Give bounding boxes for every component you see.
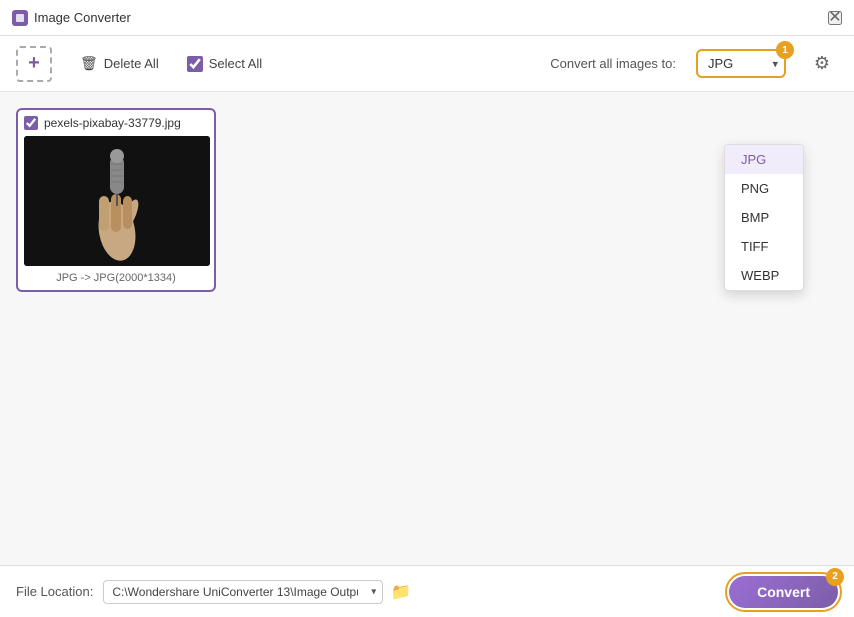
delete-icon: 🗑 (80, 55, 98, 72)
select-all-label[interactable]: Select All (187, 56, 262, 72)
image-card: pexels-pixabay-33779.jpg (16, 108, 216, 292)
file-location-label: File Location: (16, 584, 93, 599)
add-image-button[interactable]: + (16, 46, 52, 82)
convert-badge: 2 (826, 568, 844, 586)
format-dropdown-wrapper: JPG PNG BMP TIFF WEBP ▾ 1 (696, 49, 786, 78)
title-bar: Image Converter ✕ (0, 0, 854, 36)
delete-all-label: Delete All (104, 56, 159, 71)
settings-button[interactable]: ⚙ (806, 48, 838, 80)
image-card-info: JPG -> JPG(2000*1334) (24, 272, 208, 284)
file-path-wrapper: C:\Wondershare UniConverter 13\Image Out… (103, 580, 383, 604)
dropdown-item-tiff[interactable]: TIFF (725, 232, 803, 261)
dropdown-item-webp[interactable]: WEBP (725, 261, 803, 290)
convert-button-label: Convert (757, 584, 810, 600)
toolbar: + 🗑 Delete All Select All Convert all im… (0, 36, 854, 92)
folder-icon: 📁 (391, 582, 411, 602)
dropdown-item-jpg[interactable]: JPG (725, 145, 803, 174)
app-icon (12, 10, 28, 26)
settings-icon: ⚙ (814, 53, 830, 74)
open-folder-button[interactable]: 📁 (391, 582, 411, 602)
image-card-filename: pexels-pixabay-33779.jpg (44, 116, 181, 130)
convert-button[interactable]: Convert 2 (729, 576, 838, 608)
select-all-text: Select All (209, 56, 262, 71)
image-preview (24, 136, 210, 266)
delete-all-button[interactable]: 🗑 Delete All (72, 51, 167, 76)
window-title: Image Converter (34, 10, 131, 25)
close-button[interactable]: ✕ (828, 11, 842, 25)
dropdown-item-bmp[interactable]: BMP (725, 203, 803, 232)
format-dropdown[interactable]: JPG PNG BMP TIFF WEBP (696, 49, 786, 78)
preview-svg (24, 136, 210, 266)
footer: File Location: C:\Wondershare UniConvert… (0, 565, 854, 617)
convert-label: Convert all images to: (550, 56, 676, 71)
image-card-header: pexels-pixabay-33779.jpg (24, 116, 208, 130)
dropdown-item-png[interactable]: PNG (725, 174, 803, 203)
title-bar-left: Image Converter (12, 10, 131, 26)
select-all-checkbox[interactable] (187, 56, 203, 72)
close-icon: ✕ (828, 10, 841, 26)
format-dropdown-menu: JPG PNG BMP TIFF WEBP (724, 144, 804, 291)
file-path-select[interactable]: C:\Wondershare UniConverter 13\Image Out… (103, 580, 383, 604)
add-icon: + (28, 52, 40, 75)
format-badge: 1 (776, 41, 794, 59)
image-card-checkbox[interactable] (24, 116, 38, 130)
